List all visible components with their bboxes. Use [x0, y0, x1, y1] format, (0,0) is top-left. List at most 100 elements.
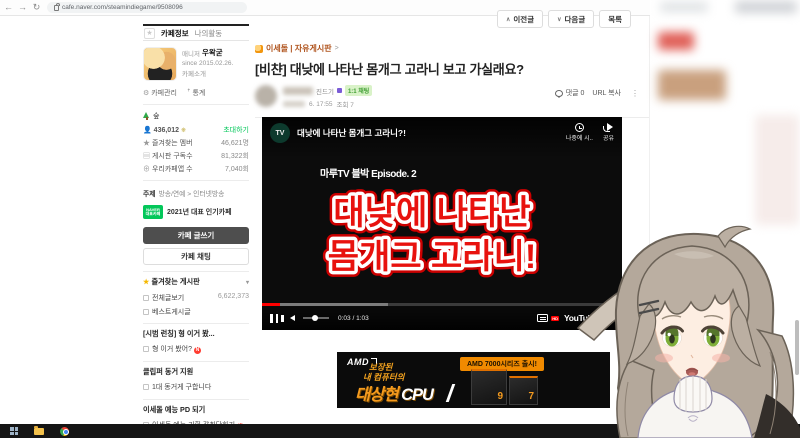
watch-later-button[interactable]: 나중에 시..: [566, 123, 593, 142]
menu-group-header: 이세돌 예능 PD 되기: [143, 399, 249, 419]
sidebar-tabs: ★ 카페정보 나의활동: [143, 24, 249, 41]
buffered-bar: [262, 303, 388, 306]
episode-caption: 마루TV 블박 Episode. 2: [320, 169, 417, 180]
manager-label: 매니저: [182, 50, 200, 58]
list-button[interactable]: 목록: [599, 10, 632, 28]
invite-link[interactable]: 초대하기: [223, 125, 249, 135]
rep-badge-text: 2021년 대표 인기카페: [167, 209, 232, 216]
cafe-stats-link[interactable]: ꜛ 통계: [187, 88, 205, 98]
cafe-profile-image[interactable]: [143, 47, 177, 81]
author-avatar-blurred[interactable]: [255, 85, 277, 107]
video-thumbnail-text: 마루TV 블박 Episode. 2 대낮에 나타난 대낮에 나타난 대낮에 나…: [262, 165, 622, 292]
graph-icon: ꜛ: [187, 90, 191, 97]
board-list-icon: [143, 295, 149, 301]
stat-row: ★ 즐겨찾는 멤버 46,621명: [143, 139, 249, 147]
naver-logo-icon: NAVER 대표카페: [143, 205, 163, 219]
blurred-content: [660, 2, 708, 12]
representative-cafe-badge: NAVER 대표카페 2021년 대표 인기카페: [143, 202, 249, 225]
svg-text:몸개그 고라니!: 몸개그 고라니!: [328, 238, 536, 276]
blurred-content: [755, 115, 799, 225]
eye-left: [660, 325, 684, 347]
channel-avatar[interactable]: TV: [270, 123, 290, 143]
breadcrumb-board[interactable]: 이세돌 | 자유게시판: [266, 43, 332, 54]
rank-gem-icon: [336, 88, 342, 93]
next-post-button[interactable]: ∨ 다음글: [548, 10, 595, 28]
chevron-down-icon: ∨: [557, 16, 562, 23]
prev-post-button[interactable]: ∧ 이전글: [497, 10, 544, 28]
cafe-intro-link[interactable]: 카페소개: [182, 68, 233, 78]
manage-row: ⚙ 카페관리 ꜛ 통계: [143, 85, 249, 105]
stat-row: ⊕ 우리카페앱 수 7,040회: [143, 165, 249, 173]
start-button-icon[interactable]: [10, 427, 18, 435]
favorite-boards-header[interactable]: ★ 즐겨찾는 게시판 ▾: [143, 271, 249, 291]
chevron-down-icon[interactable]: ▾: [246, 279, 249, 286]
url-text[interactable]: cafe.naver.com/steamindiegame/9508096: [62, 4, 183, 11]
gear-icon: ⚙: [143, 90, 150, 97]
forward-icon[interactable]: →: [17, 2, 28, 13]
breadcrumb[interactable]: 이세돌 | 자유게시판 >: [255, 43, 649, 54]
one-to-one-chat-badge[interactable]: 1:1 채팅: [344, 85, 373, 96]
blurred-content: [735, 1, 797, 13]
cpu-box-ryzen7: 7: [509, 376, 538, 405]
clock-icon: [574, 123, 584, 132]
comment-count[interactable]: 댓글 0: [554, 88, 584, 98]
post-title: [비챤] 대낮에 나타난 몸개그 고라니 보고 가실래요?: [255, 62, 524, 77]
progress-bar[interactable]: [262, 303, 622, 306]
share-icon: [603, 123, 614, 132]
back-icon[interactable]: ←: [3, 2, 14, 13]
address-bar[interactable]: cafe.naver.com/steamindiegame/9508096: [47, 2, 247, 13]
captions-button[interactable]: [537, 314, 548, 322]
more-menu-icon[interactable]: ⋮: [631, 89, 639, 98]
screen: ← → ↻ cafe.naver.com/steamindiegame/9508…: [0, 0, 800, 438]
board-list-icon: [143, 309, 149, 315]
board-link[interactable]: 1대 동거게 구합니다: [143, 381, 249, 395]
member-count-row: 👤 436,012 ❋ 초대하기: [143, 123, 249, 136]
reload-icon[interactable]: ↻: [31, 2, 42, 13]
board-icon: ▤: [143, 152, 150, 160]
breadcrumb-arrow: >: [334, 45, 339, 52]
post-date-blurred: [283, 101, 305, 107]
svg-text:대낮에 나타난: 대낮에 나타난: [333, 194, 530, 232]
cafe-manage-link[interactable]: ⚙ 카페관리: [143, 88, 177, 98]
volume-icon[interactable]: [281, 314, 295, 322]
forest-row[interactable]: 숲: [143, 105, 249, 123]
cafe-write-button[interactable]: 카페 글쓰기: [143, 227, 249, 244]
thumbnail-headline: 대낮에 나타난 대낮에 나타난 대낮에 나타난 몸개그 고라니! 몸개그 고라니…: [322, 188, 542, 282]
cafe-sidebar: ★ 카페정보 나의활동 매니저 우왁굳 since 2015.02.26. 카페…: [143, 24, 249, 438]
video-title[interactable]: 대낮에 나타난 몸개그 고라니?!: [297, 127, 556, 139]
favorite-star-icon[interactable]: ★: [144, 27, 155, 39]
post-area: 이세돌 | 자유게시판 > [비챤] 대낮에 나타난 몸개그 고라니 보고 가실…: [255, 16, 649, 118]
video-controls: 0:03 / 1:03 HD YouTube: [262, 300, 622, 330]
file-explorer-icon[interactable]: [34, 425, 44, 435]
pause-button[interactable]: [270, 313, 278, 323]
member-count: 436,012: [153, 126, 179, 134]
youtube-player[interactable]: TV 대낮에 나타난 몸개그 고라니?! 나중에 시.. 공유 마루TV 블박 …: [262, 117, 622, 330]
manager-name[interactable]: 우왁굳: [202, 47, 223, 58]
blurred-content: [658, 70, 726, 100]
board-list-icon: [143, 346, 149, 352]
chrome-icon[interactable]: [60, 426, 69, 436]
board-link-all[interactable]: 전체글보기 6,622,373: [143, 291, 249, 305]
menu-group-header: 클립퍼 동거 지원: [143, 361, 249, 381]
volume-slider[interactable]: [303, 315, 329, 320]
board-link-best[interactable]: 베스트게시글: [143, 305, 249, 319]
hd-badge: HD: [551, 316, 559, 321]
eye-right: [701, 325, 725, 347]
app-icon: ⊕: [143, 165, 150, 173]
blush-left: [655, 353, 673, 363]
share-button[interactable]: 공유: [603, 123, 614, 142]
cpu-box-ryzen9: 9: [471, 369, 507, 405]
tab-my-activity[interactable]: 나의활동: [195, 28, 223, 39]
tab-cafe-info[interactable]: 카페정보: [161, 28, 189, 39]
played-bar: [262, 303, 280, 306]
board-link[interactable]: 형 이거 봤어? N: [143, 343, 249, 357]
url-copy-button[interactable]: URL 복사: [592, 88, 621, 98]
members-icon: 👤: [143, 126, 152, 134]
author-row: 진드기 1:1 채팅 6. 17:55 조회 7 댓글 0 URL 복사 ⋮: [255, 85, 649, 109]
cafe-profile: 매니저 우왁굳 since 2015.02.26. 카페소개: [143, 41, 249, 85]
time-display: 0:03 / 1:03: [338, 314, 369, 322]
star-icon: ★: [143, 139, 150, 147]
menu-group-header: [시범 런칭] 형 이거 봤...: [143, 323, 249, 343]
cafe-chat-button[interactable]: 카페 채팅: [143, 248, 249, 265]
vtuber-avatar: [576, 225, 800, 438]
